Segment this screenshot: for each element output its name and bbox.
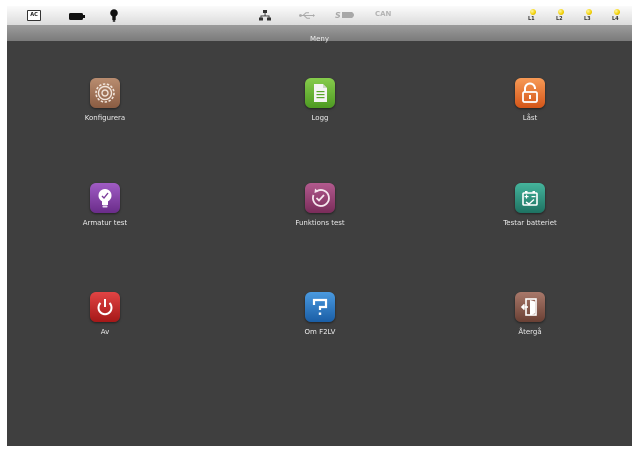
gear-icon xyxy=(90,78,120,108)
line-status-dot xyxy=(586,9,592,15)
function-test-button[interactable]: Funktions test xyxy=(255,183,385,243)
line-label: L3 xyxy=(584,16,591,22)
power-off-button[interactable]: Av xyxy=(40,292,170,352)
svg-text:S: S xyxy=(335,11,341,19)
stopwatch-check-icon xyxy=(305,183,335,213)
ac-power-icon: AC xyxy=(27,10,41,21)
line-label: L1 xyxy=(528,16,535,22)
usb-icon xyxy=(299,12,315,19)
battery-test-button[interactable]: Testar batteriet xyxy=(465,183,595,243)
menu-item-label: Logg xyxy=(311,114,329,122)
document-icon xyxy=(305,78,335,108)
line-indicator-l4: L4 xyxy=(612,9,624,23)
device-screen: AC S CAN L1 L2 L3 L4 Meny Konfigurera Lo… xyxy=(7,6,632,446)
line-status-dot xyxy=(614,9,620,15)
menu-item-label: Om F2LV xyxy=(304,328,336,336)
menu-item-label: Konfigurera xyxy=(84,114,126,122)
menu-item-label: Funktions test xyxy=(295,219,345,227)
sd-card-icon: S xyxy=(335,11,354,19)
configure-button[interactable]: Konfigurera xyxy=(40,78,170,138)
line-indicator-l2: L2 xyxy=(556,9,568,23)
back-button[interactable]: Återgå xyxy=(465,292,595,352)
luminaire-test-button[interactable]: Armatur test xyxy=(40,183,170,243)
battery-icon xyxy=(69,13,85,20)
exit-door-icon xyxy=(515,292,545,322)
menu-item-label: Återgå xyxy=(518,328,542,336)
menu-item-label: Testar batteriet xyxy=(503,219,557,227)
status-bar: AC S CAN L1 L2 L3 L4 xyxy=(7,6,632,26)
can-bus-icon: CAN xyxy=(375,10,392,18)
line-status-dot xyxy=(530,9,536,15)
menu-item-label: Låst xyxy=(522,114,538,122)
menu-item-label: Armatur test xyxy=(82,219,128,227)
line-status-dot xyxy=(558,9,564,15)
network-icon xyxy=(259,10,271,21)
padlock-icon xyxy=(515,78,545,108)
title-bar: Meny xyxy=(7,26,632,43)
line-indicator-l3: L3 xyxy=(584,9,596,23)
log-button[interactable]: Logg xyxy=(255,78,385,138)
menu-item-label: Av xyxy=(100,328,110,336)
line-indicator-l1: L1 xyxy=(528,9,540,23)
about-button[interactable]: Om F2LV xyxy=(255,292,385,352)
line-label: L2 xyxy=(556,16,563,22)
locked-button[interactable]: Låst xyxy=(465,78,595,138)
lightbulb-icon xyxy=(90,183,120,213)
line-label: L4 xyxy=(612,16,619,22)
question-mark-icon xyxy=(305,292,335,322)
power-icon xyxy=(90,292,120,322)
lightbulb-icon xyxy=(110,9,118,22)
battery-test-icon xyxy=(515,183,545,213)
page-title: Meny xyxy=(310,35,329,43)
